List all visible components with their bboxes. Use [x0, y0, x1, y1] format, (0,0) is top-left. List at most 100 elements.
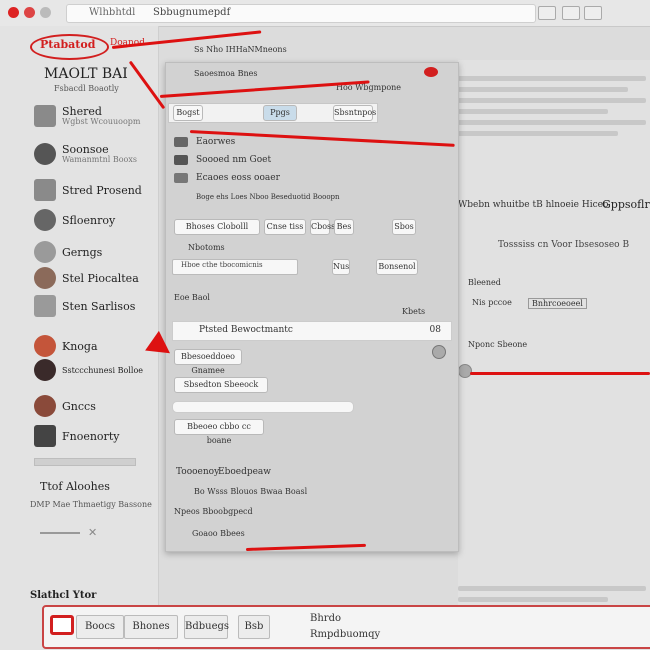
- overlay-list-caption: Nbotoms: [188, 243, 225, 252]
- item-thumbnail-icon: [34, 143, 56, 165]
- sidebar-item-label: Stred Prosend: [62, 184, 142, 197]
- bottom-button-0[interactable]: Boocs: [76, 615, 124, 639]
- overlay-header: Ss Nho IHHaNMneons: [194, 45, 287, 54]
- overlay-tail-3: Goaoo Bbees: [192, 529, 245, 538]
- tag-chip-c[interactable]: Bbeoeo cbbo cc boane: [174, 419, 264, 445]
- sidebar-item-label: Stel Piocaltea: [62, 272, 139, 285]
- item-thumbnail-icon: [34, 179, 56, 201]
- search-input[interactable]: Hboe cthe tbocomicnis: [172, 259, 298, 275]
- maximize-window-icon[interactable]: [40, 7, 51, 18]
- notification-icon[interactable]: [424, 67, 438, 77]
- progress-input[interactable]: [172, 401, 354, 413]
- overlay-row1-label: Eaorwes: [196, 137, 236, 147]
- bottom-button-2[interactable]: Bdbuegs: [184, 615, 229, 639]
- overlay-tail-1: Bo Wsss Blouos Bwaa Boasl: [194, 487, 308, 496]
- article-text-block: [458, 70, 646, 142]
- sidebar-item-3[interactable]: Sfloenroy: [0, 206, 158, 236]
- search-button[interactable]: Bonsenol: [376, 259, 418, 275]
- photo-icon[interactable]: [174, 155, 188, 165]
- close-window-icon[interactable]: [8, 7, 19, 18]
- sidebar-item-label: Fnoenorty: [62, 430, 120, 443]
- chip-1[interactable]: Cnse tiss: [264, 219, 306, 235]
- item-thumbnail-icon: [34, 209, 56, 231]
- sidebar: Ptabatod Doanod MAOLT BAI Fsbacdl Boaotl…: [0, 26, 159, 650]
- sidebar-item-10[interactable]: Fnoenorty: [0, 422, 158, 452]
- share-icon[interactable]: [562, 6, 580, 20]
- address-bar[interactable]: Wlhbhtdl Sbbugnumepdf: [66, 4, 536, 23]
- sidebar-item-sub: Wgbst Wcouuoopm: [62, 117, 141, 126]
- sidebar-footer-label: Slathcl Ytor: [30, 590, 97, 601]
- sidebar-item-5[interactable]: Stel Piocaltea: [0, 264, 158, 294]
- tag-icon[interactable]: [174, 173, 188, 183]
- item-thumbnail-icon: [34, 105, 56, 127]
- sidebar-item-sub: Wamanmtnl Booxs: [62, 155, 137, 164]
- info-sub: Rmpdbuomqy: [310, 629, 381, 640]
- item-thumbnail-icon: [34, 335, 56, 357]
- item-thumbnail-icon: [34, 267, 56, 289]
- slider-handle[interactable]: [458, 364, 472, 378]
- list-count-label: Kbets: [402, 307, 426, 316]
- chip-2[interactable]: Cboss: [310, 219, 335, 235]
- annotation-stroke: [470, 372, 650, 375]
- sidebar-item-label: Knoga: [62, 340, 98, 353]
- app-icon[interactable]: [50, 615, 74, 635]
- sidebar-item-label: Sfloenroy: [62, 214, 116, 227]
- overlay-row4-label: Boge ehs Loes Nboo Beseduotid Booopn: [196, 193, 340, 201]
- overlay-row2-label: Soooed nm Goet: [196, 155, 272, 165]
- info-title: Bhrdo: [310, 613, 341, 624]
- arrow-right-icon[interactable]: [40, 524, 80, 534]
- minimize-window-icon[interactable]: [24, 7, 35, 18]
- filter-pill[interactable]: Bogst: [173, 105, 203, 121]
- bottom-button-1[interactable]: Bhones: [124, 615, 178, 639]
- refresh-icon[interactable]: [538, 6, 556, 20]
- close-icon[interactable]: ✕: [88, 526, 97, 539]
- item-thumbnail-icon: [34, 395, 56, 417]
- tag-chip-a[interactable]: Bbesoeddoeo Gnamee: [174, 349, 242, 375]
- sidebar-item-0[interactable]: Shered Wgbst Wcouuoopm: [0, 102, 158, 132]
- list-item-label: Ptsted Bewoctmantc: [199, 325, 293, 335]
- sidebar-item-label: Sstccchunesi Bolloe: [62, 366, 144, 375]
- search-value-pill[interactable]: Nus: [332, 259, 350, 275]
- filter-row: Bogst Ppgs Sbsntnpos: [168, 103, 378, 123]
- sidebar-item-9[interactable]: Gnccs: [0, 392, 158, 422]
- right-line-a: Tosssiss cn Voor Ibsesoseo B: [498, 240, 630, 250]
- sidebar-item-label: Sten Sarlisos: [62, 300, 136, 313]
- address-text-left: Wlhbhtdl: [89, 7, 136, 18]
- right-heading-b: Gppsoflr: [602, 198, 650, 211]
- sidebar-item-1[interactable]: Soonsoe Wamanmtnl Booxs: [0, 140, 158, 170]
- right-line-d: Bnhrcoeoeel: [528, 298, 587, 309]
- overlay-footer-left: Toooenoy: [176, 467, 220, 477]
- overlay-footer-right: Eboedpeaw: [218, 467, 271, 477]
- sidebar-item-6[interactable]: Sten Sarlisos: [0, 292, 158, 322]
- logo-text: Ptabatod: [40, 38, 96, 51]
- list-header: Eoe Baol: [174, 293, 210, 302]
- filter-pill[interactable]: Ppgs: [263, 105, 297, 121]
- sidebar-item-8[interactable]: Sstccchunesi Bolloe: [0, 356, 158, 386]
- overlay-row3-label: Ecaoes eoss ooaer: [196, 173, 280, 183]
- item-thumbnail-icon: [34, 295, 56, 317]
- search-placeholder: Hboe cthe tbocomicnis: [181, 261, 263, 269]
- chip-4[interactable]: Sbos: [392, 219, 416, 235]
- settings-icon[interactable]: [432, 345, 446, 359]
- item-thumbnail-icon: [34, 359, 56, 381]
- sidebar-item-label: Gnccs: [62, 400, 96, 413]
- sidebar-item-2[interactable]: Stred Prosend: [0, 176, 158, 206]
- address-text-right: Sbbugnumepdf: [153, 7, 231, 18]
- bottom-toolbar: Boocs Bhones Bdbuegs Bsb Bhrdo Rmpdbuomq…: [42, 605, 650, 649]
- overlay-tail-2: Npeos Bboobgpecd: [174, 507, 253, 516]
- chip-3[interactable]: Bes: [334, 219, 354, 235]
- tag-chip-b[interactable]: Sbsedton Sbeeock: [174, 377, 268, 393]
- sidebar-section-sub: DMP Mae Thmaetigy Bassone: [30, 500, 152, 509]
- item-thumbnail-icon: [34, 425, 56, 447]
- filter-pill[interactable]: Sbsntnpos: [333, 105, 376, 121]
- sidebar-item-label: Gerngs: [62, 246, 103, 259]
- bottom-button-3[interactable]: Bsb: [238, 615, 270, 639]
- tabs-icon[interactable]: [584, 6, 602, 20]
- right-line-e: Nponc Sbeone: [468, 340, 528, 349]
- sidebar-title: MAOLT BAI: [44, 66, 128, 82]
- chip-0[interactable]: Bhoses Clobolll: [174, 219, 260, 235]
- right-heading-a: Wbebn whuitbe tB hlnoeie Hiceo: [458, 200, 609, 210]
- list-item[interactable]: Ptsted Bewoctmantc 08: [172, 321, 452, 341]
- folder-icon[interactable]: [174, 137, 188, 147]
- item-thumbnail-icon: [34, 241, 56, 263]
